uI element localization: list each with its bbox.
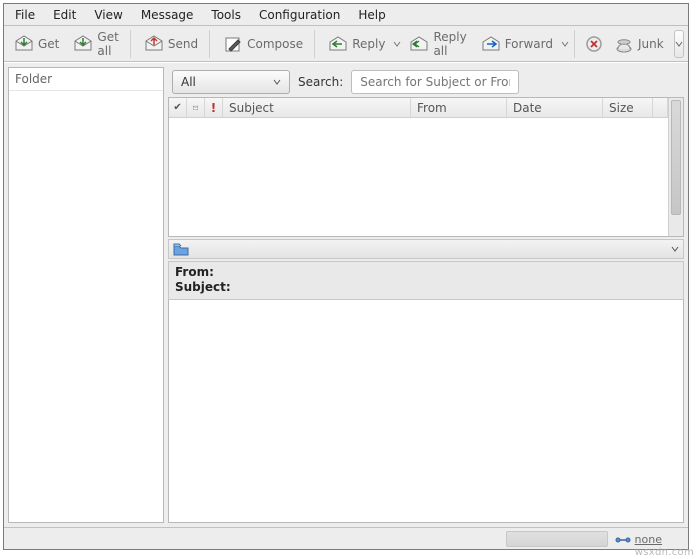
inbox-download-all-icon <box>73 35 93 53</box>
toolbar-separator <box>574 30 577 58</box>
column-date[interactable]: Date <box>507 98 603 117</box>
folder-icon <box>173 243 189 256</box>
network-status-label: none <box>635 533 662 546</box>
send-button[interactable]: Send <box>138 30 204 58</box>
get-all-button[interactable]: Get all <box>67 30 124 58</box>
toolbar-separator <box>314 30 317 58</box>
network-status[interactable]: none <box>615 533 662 546</box>
menu-edit[interactable]: Edit <box>44 5 85 25</box>
forward-button[interactable]: Forward <box>475 30 559 58</box>
send-label: Send <box>168 37 198 51</box>
menu-file[interactable]: File <box>6 5 44 25</box>
forward-icon <box>481 35 501 53</box>
folder-path-bar[interactable] <box>168 239 684 259</box>
get-label: Get <box>38 37 59 51</box>
junk-label: Junk <box>638 37 664 51</box>
status-bar: none <box>4 527 688 549</box>
reply-button[interactable]: Reply <box>322 30 391 58</box>
compose-icon <box>223 35 243 53</box>
inbox-download-icon <box>14 35 34 53</box>
menu-tools[interactable]: Tools <box>202 5 250 25</box>
column-headers: ✔ ! Subject From Date Size <box>169 98 668 118</box>
column-size[interactable]: Size <box>603 98 653 117</box>
column-spacer <box>653 98 668 117</box>
reply-all-button[interactable]: Reply all <box>403 30 472 58</box>
get-button[interactable]: Get <box>8 30 65 58</box>
preview-subject-label: Subject: <box>175 280 677 295</box>
menu-view[interactable]: View <box>85 5 131 25</box>
column-subject[interactable]: Subject <box>223 98 411 117</box>
menu-configuration[interactable]: Configuration <box>250 5 349 25</box>
column-from[interactable]: From <box>411 98 507 117</box>
message-list: ✔ ! Subject From Date Size <box>168 97 684 237</box>
reply-dropdown[interactable] <box>393 40 401 48</box>
folder-pane-header: Folder <box>9 68 163 91</box>
delete-button[interactable] <box>582 30 606 58</box>
chevron-down-icon <box>273 78 281 86</box>
envelope-icon <box>193 103 198 113</box>
toolbar-separator <box>130 30 133 58</box>
delete-icon <box>584 35 604 53</box>
message-list-body[interactable] <box>169 118 668 236</box>
compose-label: Compose <box>247 37 303 51</box>
folder-pane[interactable]: Folder <box>8 67 164 523</box>
main-area: Folder All Search: ✔ ! <box>4 62 688 527</box>
menu-message[interactable]: Message <box>132 5 203 25</box>
status-progress-well <box>506 531 608 547</box>
column-mark[interactable]: ✔ <box>169 98 187 117</box>
filter-combo-label: All <box>181 75 196 89</box>
search-label: Search: <box>298 75 343 89</box>
menu-help[interactable]: Help <box>349 5 394 25</box>
junk-button[interactable]: Junk <box>608 30 670 58</box>
get-all-label: Get all <box>97 30 118 58</box>
right-pane: All Search: ✔ ! Subject From <box>168 67 684 523</box>
message-list-scrollbar[interactable] <box>668 98 683 236</box>
forward-label: Forward <box>505 37 553 51</box>
watermark: wsxdn.com <box>635 547 694 558</box>
toolbar: Get Get all Send Compose Repl <box>4 26 688 62</box>
compose-button[interactable]: Compose <box>217 30 309 58</box>
column-flag[interactable]: ! <box>205 98 223 117</box>
reply-label: Reply <box>352 37 385 51</box>
forward-dropdown[interactable] <box>561 40 569 48</box>
reply-all-label: Reply all <box>433 30 466 58</box>
message-preview-header: From: Subject: <box>168 261 684 300</box>
toolbar-overflow-button[interactable] <box>674 30 684 58</box>
outbox-send-icon <box>144 35 164 53</box>
toolbar-separator <box>209 30 212 58</box>
junk-icon <box>614 35 634 53</box>
filter-combo[interactable]: All <box>172 70 290 94</box>
message-preview-body[interactable] <box>168 300 684 523</box>
menu-bar: File Edit View Message Tools Configurati… <box>4 4 688 26</box>
search-input[interactable] <box>351 70 519 94</box>
network-icon <box>615 535 631 545</box>
scrollbar-thumb[interactable] <box>671 100 681 215</box>
chevron-down-icon[interactable] <box>671 245 679 253</box>
reply-all-icon <box>409 35 429 53</box>
mail-client-window: File Edit View Message Tools Configurati… <box>3 3 689 550</box>
column-status[interactable] <box>187 98 205 117</box>
search-bar: All Search: <box>168 67 684 97</box>
reply-icon <box>328 35 348 53</box>
preview-from-label: From: <box>175 265 677 280</box>
